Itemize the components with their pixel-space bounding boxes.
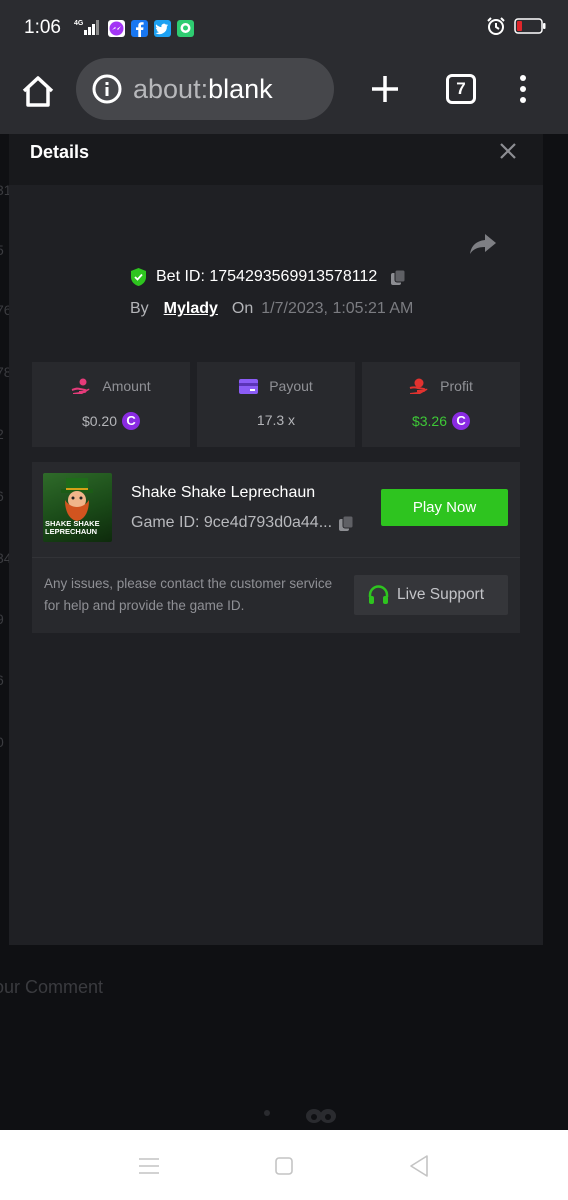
stat-profit: Profit $3.26 C <box>362 362 520 447</box>
hand-coin-icon <box>72 378 90 394</box>
details-modal: Details Bet ID: 1754293569913578112 By M… <box>9 134 543 945</box>
stat-label: Amount <box>102 378 151 394</box>
status-right <box>486 16 546 36</box>
copy-icon[interactable] <box>390 269 407 286</box>
twitter-icon <box>154 20 171 37</box>
status-bar: 1:06 4G <box>0 0 568 56</box>
url-scheme: about: <box>133 74 209 104</box>
bet-date: 1/7/2023, 1:05:21 AM <box>261 300 414 317</box>
signal-icon: 4G <box>74 20 99 35</box>
edge-digit: 5 <box>0 242 4 258</box>
back-icon[interactable] <box>409 1155 429 1177</box>
browser-toolbar: about:blank 7 <box>0 56 568 134</box>
stat-value: $0.20 <box>81 413 118 429</box>
game-id-row: Game ID: 9ce4d793d0a44... <box>131 514 355 532</box>
status-time: 1:06 <box>24 17 61 38</box>
network-type-label: 4G <box>74 20 84 27</box>
live-support-button[interactable]: Live Support <box>354 575 508 615</box>
verified-shield-icon <box>131 268 146 286</box>
edge-digit: 2 <box>0 426 4 442</box>
modal-title: Details <box>30 142 90 162</box>
recent-apps-icon[interactable] <box>138 1158 160 1174</box>
thumbnail-title: SHAKE SHAKE LEPRECHAUN <box>45 519 100 536</box>
card-icon <box>239 378 259 394</box>
comment-placeholder: our Comment <box>0 977 104 997</box>
url-path: blank <box>208 74 273 104</box>
share-icon[interactable] <box>469 232 497 256</box>
username-link[interactable]: Mylady <box>164 300 218 318</box>
tab-count-button[interactable]: 7 <box>446 74 476 104</box>
by-label: By <box>130 300 149 317</box>
alarm-icon <box>487 17 505 35</box>
edge-digit: 6 <box>0 488 4 504</box>
new-tab-icon[interactable] <box>368 72 402 106</box>
copy-icon[interactable] <box>338 515 355 532</box>
chat-app-icon <box>177 20 194 37</box>
edge-digit: 0 <box>0 734 4 750</box>
battery-low-icon <box>514 18 546 34</box>
play-now-button[interactable]: Play Now <box>381 489 508 526</box>
profit-hand-icon <box>409 378 428 394</box>
stat-value: 17.3 x <box>256 412 296 428</box>
stat-amount: Amount $0.20 C <box>32 362 190 447</box>
home-icon[interactable] <box>20 74 56 110</box>
notification-icons <box>108 20 194 37</box>
card-divider <box>32 557 520 558</box>
modal-header: Details <box>9 134 543 185</box>
game-card: SHAKE SHAKE LEPRECHAUN Shake Shake Lepre… <box>32 462 520 633</box>
messenger-icon <box>108 20 125 37</box>
coin-icon: C <box>452 412 471 430</box>
stat-value: $3.26 <box>411 413 448 429</box>
bet-stats: Amount $0.20 C Payout 17.3 x Profit $3.2… <box>32 362 520 447</box>
headset-icon <box>368 585 389 604</box>
game-thumbnail[interactable]: SHAKE SHAKE LEPRECHAUN <box>43 473 112 542</box>
stat-label: Payout <box>269 378 313 394</box>
bet-id-row: Bet ID: 1754293569913578112 <box>130 268 407 286</box>
bet-id: Bet ID: 1754293569913578112 <box>156 268 378 285</box>
stat-payout: Payout 17.3 x <box>197 362 355 447</box>
address-bar[interactable]: about:blank <box>76 58 334 120</box>
live-support-label: Live Support <box>397 586 485 603</box>
system-navigation-bar <box>0 1130 568 1200</box>
url-text[interactable]: about:blank <box>133 74 273 105</box>
info-icon[interactable] <box>92 74 122 104</box>
stat-label: Profit <box>440 378 473 394</box>
more-menu-icon[interactable] <box>514 74 532 104</box>
close-icon[interactable] <box>499 142 517 160</box>
edge-digit: 9 <box>0 611 4 627</box>
facebook-icon <box>131 20 148 37</box>
support-text: Any issues, please contact the customer … <box>44 576 333 613</box>
coin-icon: C <box>122 412 141 430</box>
game-name: Shake Shake Leprechaun <box>131 484 316 501</box>
home-button-icon[interactable] <box>275 1157 293 1175</box>
leprechaun-image <box>61 478 93 521</box>
game-id: Game ID: 9ce4d793d0a44... <box>131 514 333 531</box>
bet-meta-row: By Mylady On 1/7/2023, 1:05:21 AM <box>130 300 413 318</box>
on-label: On <box>231 300 254 317</box>
edge-digit: 6 <box>0 672 4 688</box>
mascot-eyes-icon <box>264 1109 336 1123</box>
